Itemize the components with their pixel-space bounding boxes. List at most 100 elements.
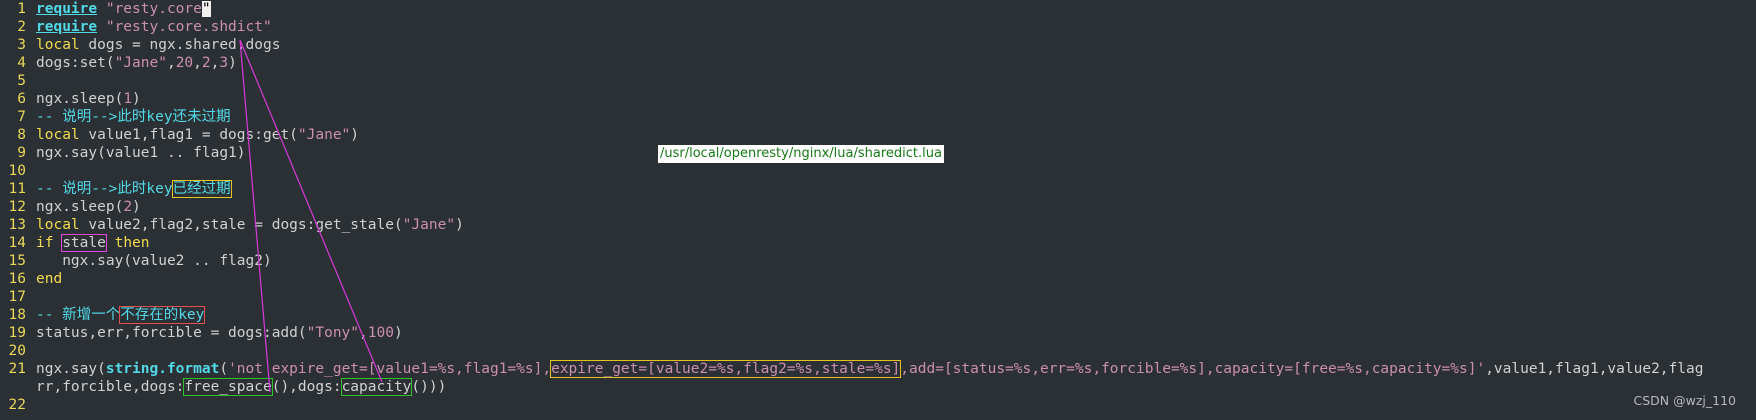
code-token: dogs:set( bbox=[36, 55, 115, 71]
code-text[interactable]: -- 新增一个不存在的key bbox=[36, 306, 206, 324]
code-line[interactable]: 11 -- 说明-->此时key已经过期 bbox=[0, 180, 1756, 198]
code-token: 100 bbox=[367, 325, 394, 341]
code-token: ())) bbox=[411, 379, 447, 395]
code-token: end bbox=[36, 271, 63, 287]
line-number: 9 bbox=[17, 145, 26, 161]
code-editor[interactable]: 1 require "resty.core" 2 require "resty.cor… bbox=[0, 0, 1756, 420]
line-number: 6 bbox=[17, 91, 26, 107]
code-token: dogs = ngx.shared.dogs bbox=[79, 37, 281, 53]
code-line[interactable]: 17 bbox=[0, 288, 1756, 306]
code-line[interactable]: 19 status,err,forcible = dogs:add("Tony",… bbox=[0, 324, 1756, 342]
code-line[interactable]: 5 bbox=[0, 72, 1756, 90]
code-text[interactable]: dogs:set("Jane",20,2,3) bbox=[36, 54, 237, 72]
code-token: local bbox=[36, 37, 80, 53]
code-line[interactable]: 2 require "resty.core.shdict" bbox=[0, 18, 1756, 36]
code-line[interactable]: 22 bbox=[0, 396, 1756, 414]
code-token: , bbox=[166, 55, 176, 71]
code-line[interactable]: 18 -- 新增一个不存在的key bbox=[0, 306, 1756, 324]
line-number: 22 bbox=[8, 397, 26, 413]
code-line[interactable]: 16 end bbox=[0, 270, 1756, 288]
code-token: then bbox=[114, 235, 150, 251]
line-number: 19 bbox=[8, 325, 26, 341]
code-token: "Jane" bbox=[402, 217, 456, 233]
code-token: "resty.core.shdict" bbox=[105, 19, 272, 35]
code-text[interactable]: ngx.sleep(2) bbox=[36, 198, 141, 216]
code-token: -- 说明-->此时key还未过期 bbox=[36, 109, 231, 125]
highlighted-token: 不存在的key bbox=[119, 306, 206, 324]
code-token: ngx.say(value1 .. flag1) bbox=[36, 145, 246, 161]
code-text[interactable]: ngx.say(value2 .. flag2) bbox=[36, 252, 272, 270]
highlighted-token: capacity bbox=[340, 378, 413, 396]
code-token: "Jane" bbox=[114, 55, 167, 71]
code-token: (),dogs: bbox=[271, 379, 342, 395]
code-text[interactable]: ngx.say(string.format('not expire_get=[v… bbox=[36, 360, 1703, 378]
code-text[interactable]: ngx.sleep(1) bbox=[36, 90, 141, 108]
code-line[interactable]: 1 require "resty.core" bbox=[0, 0, 1756, 18]
code-token: require bbox=[36, 19, 98, 35]
code-text[interactable]: rr,forcible,dogs:free_space(),dogs:capac… bbox=[36, 378, 446, 396]
code-text[interactable]: status,err,forcible = dogs:add("Tony",10… bbox=[36, 324, 403, 342]
line-number: 2 bbox=[17, 19, 26, 35]
code-text[interactable]: local value2,flag2,stale = dogs:get_stal… bbox=[36, 216, 464, 234]
code-line[interactable]: 10 bbox=[0, 162, 1756, 180]
code-line[interactable]: rr,forcible,dogs:free_space(),dogs:capac… bbox=[0, 378, 1756, 396]
code-text[interactable]: -- 说明-->此时key已经过期 bbox=[36, 180, 232, 198]
code-text[interactable]: local dogs = ngx.shared.dogs bbox=[36, 36, 280, 54]
code-line[interactable]: 13 local value2,flag2,stale = dogs:get_st… bbox=[0, 216, 1756, 234]
code-token: ) bbox=[455, 217, 464, 233]
code-token: ) bbox=[132, 199, 141, 215]
code-token: rr,forcible,dogs: bbox=[36, 379, 185, 395]
code-token: if bbox=[36, 235, 54, 251]
code-line[interactable]: 8 local value1,flag1 = dogs:get("Jane") bbox=[0, 126, 1756, 144]
code-line[interactable]: 15 ngx.say(value2 .. flag2) bbox=[0, 252, 1756, 270]
line-number: 17 bbox=[8, 289, 26, 305]
line-number: 21 bbox=[8, 361, 26, 377]
line-number: 4 bbox=[17, 55, 26, 71]
code-text[interactable]: ngx.say(value1 .. flag1) bbox=[36, 144, 246, 162]
code-text[interactable]: -- 说明-->此时key还未过期 bbox=[36, 108, 231, 126]
code-text[interactable]: if stale then bbox=[36, 234, 150, 252]
code-line[interactable]: 6 ngx.sleep(1) bbox=[0, 90, 1756, 108]
highlighted-token: stale bbox=[61, 234, 107, 252]
code-line[interactable]: 7 -- 说明-->此时key还未过期 bbox=[0, 108, 1756, 126]
code-line[interactable]: 4 dogs:set("Jane",20,2,3) bbox=[0, 54, 1756, 72]
code-text[interactable]: local value1,flag1 = dogs:get("Jane") bbox=[36, 126, 359, 144]
line-number: 15 bbox=[8, 253, 26, 269]
line-number: 3 bbox=[17, 37, 26, 53]
code-text[interactable]: require "resty.core" bbox=[36, 0, 211, 18]
code-token: "Jane" bbox=[297, 127, 351, 143]
line-number: 20 bbox=[8, 343, 26, 359]
code-text[interactable]: require "resty.core.shdict" bbox=[36, 18, 272, 36]
code-line[interactable]: 20 bbox=[0, 342, 1756, 360]
code-line[interactable]: 21 ngx.say(string.format('not expire_get=… bbox=[0, 360, 1756, 378]
code-token: 20 bbox=[175, 55, 194, 71]
line-number: 5 bbox=[17, 73, 26, 89]
code-line[interactable]: 14 if stale then bbox=[0, 234, 1756, 252]
file-path-label: /usr/local/openresty/nginx/lua/sharedict… bbox=[658, 145, 944, 163]
code-token: require bbox=[36, 1, 98, 17]
code-token: local bbox=[36, 217, 80, 233]
code-token: 2 bbox=[123, 199, 133, 215]
code-text[interactable]: end bbox=[36, 270, 62, 288]
code-token: 3 bbox=[219, 55, 229, 71]
highlighted-token: 已经过期 bbox=[171, 180, 232, 198]
line-number: 18 bbox=[8, 307, 26, 323]
code-token: ) bbox=[132, 91, 141, 107]
code-token: ) bbox=[393, 325, 403, 341]
line-number: 1 bbox=[17, 1, 26, 17]
code-line[interactable]: 12 ngx.sleep(2) bbox=[0, 198, 1756, 216]
code-token: 1 bbox=[123, 91, 133, 107]
code-token: ) bbox=[228, 55, 237, 71]
code-token: "resty.core bbox=[105, 1, 202, 17]
code-token: " bbox=[201, 1, 211, 17]
code-token: , bbox=[193, 55, 202, 71]
code-token: string.format bbox=[105, 361, 220, 377]
code-token: local bbox=[36, 127, 80, 143]
line-number: 12 bbox=[8, 199, 26, 215]
code-line[interactable]: 3 local dogs = ngx.shared.dogs bbox=[0, 36, 1756, 54]
code-token: value1,flag1 = dogs:get( bbox=[79, 127, 298, 143]
code-token: ngx.say( bbox=[36, 361, 106, 377]
